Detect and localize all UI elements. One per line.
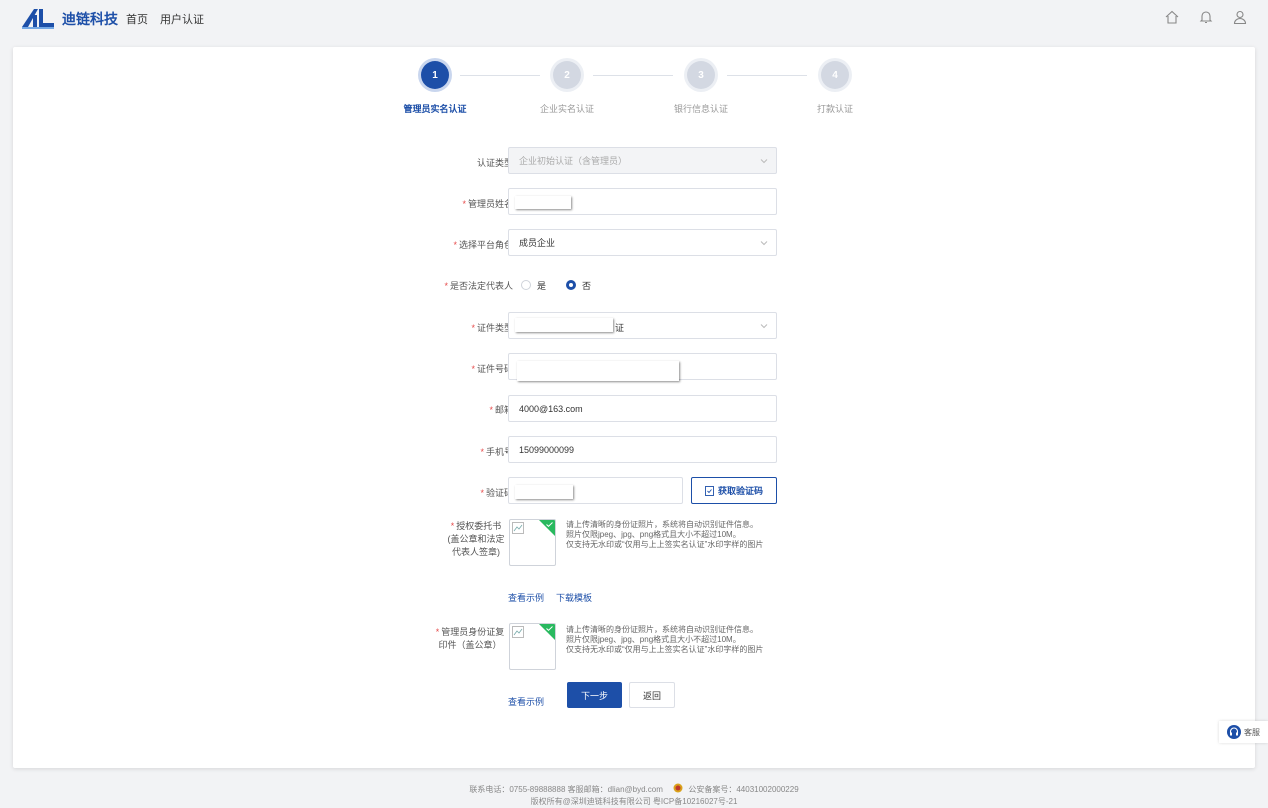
check-icon (546, 522, 553, 527)
step-2-label: 企业实名认证 (539, 104, 594, 114)
platform-role-select[interactable]: 成员企业 (508, 229, 777, 256)
get-code-button[interactable]: 获取验证码 (691, 477, 777, 504)
bell-icon[interactable] (1198, 9, 1214, 25)
customer-service-label: 客服 (1244, 727, 1260, 737)
step-3-circle: 3 (687, 61, 715, 89)
step-2-circle: 2 (553, 61, 581, 89)
footer-record-number[interactable]: 公安备案号：44031002000229 (688, 785, 798, 794)
footer-copyright: 版权所有@深圳迪链科技有限公司 粤ICP备10216027号-21 (530, 797, 738, 806)
top-header: 迪链科技 首页 用户认证 (0, 0, 1268, 34)
broken-image-icon (512, 626, 524, 638)
broken-image-icon (512, 522, 524, 534)
phone-input[interactable]: 15099000099 (508, 436, 777, 463)
step-1-circle: 1 (421, 61, 449, 89)
redaction-box (517, 361, 679, 381)
phone-label: * 手机号 (480, 447, 513, 457)
id-type-value-suffix: 证 (615, 323, 625, 333)
brand-name[interactable]: 迪链科技 (62, 9, 118, 29)
id-number-label: * 证件号码 (471, 364, 513, 374)
admin-name-input[interactable] (508, 188, 777, 215)
cert-type-label: 认证类型 (476, 158, 513, 168)
view-example-link[interactable]: 查看示例 (508, 591, 544, 604)
step-4-number: 4 (832, 69, 838, 81)
redaction-box (515, 485, 573, 499)
email-input[interactable]: 4000@163.com (508, 395, 777, 422)
view-example-link-2[interactable]: 查看示例 (508, 695, 544, 708)
step-3-number: 3 (698, 69, 704, 81)
radio-yes-label[interactable]: 是 (537, 279, 546, 292)
redaction-box (515, 318, 613, 332)
email-value: 4000@163.com (519, 403, 583, 414)
verify-code-label: * 验证码 (480, 488, 513, 498)
legal-rep-label: * 是否法定代表人 (444, 281, 513, 291)
authorization-upload[interactable] (509, 519, 556, 566)
phone-value: 15099000099 (519, 444, 575, 455)
verify-code-input[interactable] (508, 477, 683, 504)
back-button[interactable]: 返回 (629, 682, 675, 708)
id-type-label: * 证件类型 (471, 323, 513, 333)
authorization-label: * 授权委托书 (盖公章和法定 代表人签章) (447, 521, 505, 557)
download-template-link[interactable]: 下载模板 (556, 591, 592, 604)
shield-code-icon (705, 485, 714, 496)
step-connector (727, 75, 807, 76)
chevron-down-icon (760, 324, 768, 329)
radio-no-label[interactable]: 否 (582, 279, 591, 292)
step-2-number: 2 (564, 69, 570, 81)
id-copy-label: * 管理员身份证复 印件（盖公章） (435, 627, 505, 650)
home-icon[interactable] (1164, 9, 1180, 25)
check-icon (546, 626, 553, 631)
admin-name-label: * 管理员姓名 (462, 199, 513, 209)
id-number-input[interactable] (508, 353, 777, 381)
id-type-select[interactable]: 证 (508, 312, 777, 339)
radio-no[interactable] (566, 280, 576, 290)
redaction-box (515, 196, 571, 209)
customer-service-button[interactable]: 客服 (1219, 721, 1268, 743)
id-copy-upload[interactable] (509, 623, 556, 670)
step-connector (593, 75, 673, 76)
cert-type-select[interactable]: 企业初始认证（含管理员） (508, 147, 777, 174)
step-3-label: 银行信息认证 (673, 104, 728, 114)
step-connector (460, 75, 540, 76)
id-copy-hint: 请上传清晰的身份证照片，系统将自动识别证件信息。 照片仅限jpeg、jpg、pn… (566, 625, 764, 654)
step-1-label: 管理员实名认证 (403, 104, 467, 114)
step-4-label: 打款认证 (816, 104, 853, 114)
nav-user-auth[interactable]: 用户认证 (160, 11, 204, 27)
authorization-hint: 请上传清晰的身份证照片，系统将自动识别证件信息。 照片仅限jpeg、jpg、pn… (566, 520, 764, 549)
get-code-button-label: 获取验证码 (717, 486, 763, 496)
platform-role-label: * 选择平台角色 (453, 240, 513, 250)
nav-home[interactable]: 首页 (126, 11, 148, 27)
headset-icon (1227, 725, 1241, 739)
back-label: 返回 (642, 690, 661, 701)
user-icon[interactable] (1232, 9, 1248, 25)
step-1-number: 1 (432, 69, 438, 81)
radio-yes[interactable] (521, 280, 531, 290)
footer-contact: 联系电话：0755-89888888 客服邮箱：dlian@byd.com 公安… (0, 783, 1268, 795)
police-badge-icon (673, 783, 683, 793)
next-step-label: 下一步 (580, 690, 608, 701)
footer-contact-text: 联系电话：0755-89888888 客服邮箱：dlian@byd.com (469, 785, 663, 794)
chevron-down-icon (760, 241, 768, 246)
next-step-button[interactable]: 下一步 (567, 682, 622, 708)
chevron-down-icon (760, 159, 768, 164)
email-label: * 邮箱 (489, 405, 513, 415)
platform-role-value: 成员企业 (519, 238, 556, 248)
dilian-logo-icon[interactable] (20, 7, 56, 29)
step-4-circle: 4 (821, 61, 849, 89)
cert-type-value: 企业初始认证（含管理员） (519, 156, 628, 166)
